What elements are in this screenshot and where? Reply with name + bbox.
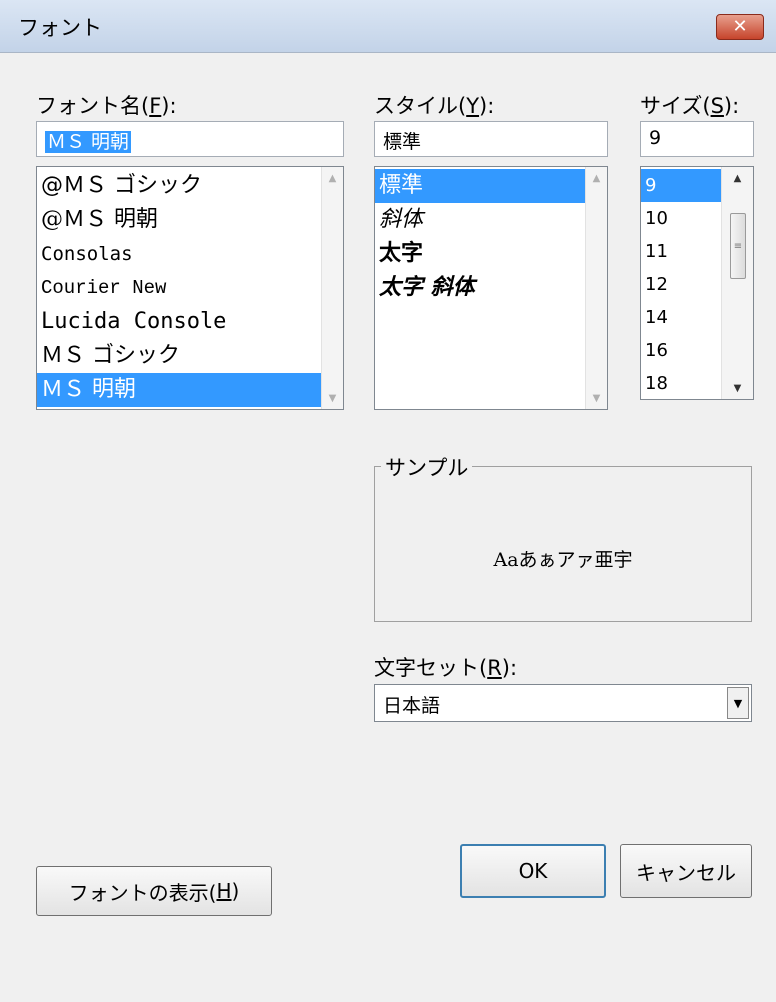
- style-input[interactable]: 標準: [374, 121, 608, 157]
- font-list-item[interactable]: Courier New: [37, 271, 321, 305]
- size-list-scrollbar[interactable]: ▲ ≡ ▼: [721, 167, 753, 399]
- size-list-item[interactable]: 12: [641, 268, 721, 301]
- size-label-suffix: ):: [723, 94, 740, 118]
- size-input-value: 9: [649, 127, 662, 149]
- show-fonts-label-prefix: フォントの表示(: [68, 880, 217, 905]
- size-list-item[interactable]: 14: [641, 301, 721, 334]
- charset-dropdown[interactable]: 日本語 ▼: [374, 684, 752, 722]
- size-list-item[interactable]: 16: [641, 334, 721, 367]
- style-accesskey: Y: [466, 94, 480, 118]
- font-list-item[interactable]: Consolas: [37, 237, 321, 271]
- size-list[interactable]: 9 10 11 12 14 16 18 ▲ ≡ ▼: [640, 166, 754, 400]
- font-name-accesskey: F: [149, 94, 162, 118]
- show-fonts-label-suffix: ): [231, 879, 240, 903]
- show-fonts-accesskey: H: [216, 879, 232, 903]
- style-list-items: 標準 斜体 太字 太字 斜体: [375, 169, 585, 305]
- show-fonts-button[interactable]: フォントの表示(H): [36, 866, 272, 916]
- ok-button[interactable]: OK: [460, 844, 606, 898]
- style-list[interactable]: 標準 斜体 太字 太字 斜体 ▲ ▼: [374, 166, 608, 410]
- sample-preview-text: Aaあぁアァ亜宇: [493, 549, 633, 571]
- style-list-scrollbar[interactable]: ▲ ▼: [585, 167, 607, 409]
- style-input-value: 標準: [383, 131, 422, 153]
- size-input[interactable]: 9: [640, 121, 754, 157]
- size-list-item[interactable]: 18: [641, 367, 721, 399]
- charset-accesskey: R: [487, 656, 502, 680]
- style-list-item[interactable]: 太字: [375, 237, 585, 271]
- scroll-down-arrow-icon[interactable]: ▼: [722, 377, 753, 399]
- style-label-prefix: スタイル(: [374, 94, 467, 118]
- scroll-up-arrow-icon[interactable]: ▲: [586, 167, 607, 189]
- font-name-input[interactable]: ＭＳ 明朝: [36, 121, 344, 157]
- ok-button-label: OK: [518, 859, 548, 883]
- scroll-down-arrow-icon[interactable]: ▼: [586, 387, 607, 409]
- style-label-suffix: ):: [479, 94, 495, 118]
- cancel-button-label: キャンセル: [636, 860, 736, 885]
- size-label-prefix: サイズ(: [640, 94, 711, 118]
- font-name-list-items: @ＭＳ ゴシック @ＭＳ 明朝 Consolas Courier New Luc…: [37, 169, 321, 407]
- window-title: フォント: [18, 16, 102, 40]
- cancel-button[interactable]: キャンセル: [620, 844, 752, 898]
- font-list-item-selected[interactable]: ＭＳ 明朝: [37, 373, 321, 407]
- scroll-up-arrow-icon[interactable]: ▲: [322, 167, 343, 189]
- title-bar: フォント ✕: [0, 0, 776, 53]
- font-list-item[interactable]: @ＭＳ 明朝: [37, 203, 321, 237]
- style-list-item-selected[interactable]: 標準: [375, 169, 585, 203]
- close-icon: ✕: [732, 16, 748, 37]
- charset-label: 文字セット(R):: [374, 652, 517, 682]
- font-name-input-value: ＭＳ 明朝: [45, 131, 132, 153]
- charset-label-suffix: ):: [501, 656, 518, 680]
- sample-legend: サンプル: [381, 452, 473, 482]
- font-name-label-suffix: ):: [161, 94, 177, 118]
- chevron-down-icon[interactable]: ▼: [727, 687, 749, 719]
- size-list-items: 9 10 11 12 14 16 18: [641, 169, 721, 399]
- font-list-item[interactable]: ＭＳ ゴシック: [37, 339, 321, 373]
- charset-label-prefix: 文字セット(: [374, 656, 488, 680]
- charset-selected-value: 日本語: [383, 695, 441, 717]
- scroll-up-arrow-icon[interactable]: ▲: [722, 167, 753, 189]
- scroll-thumb[interactable]: ≡: [730, 213, 746, 279]
- style-list-item[interactable]: 太字 斜体: [375, 271, 585, 305]
- font-list-item[interactable]: Lucida Console: [37, 305, 321, 339]
- font-name-list[interactable]: @ＭＳ ゴシック @ＭＳ 明朝 Consolas Courier New Luc…: [36, 166, 344, 410]
- size-list-item[interactable]: 11: [641, 235, 721, 268]
- font-name-label-prefix: フォント名(: [36, 94, 150, 118]
- close-button[interactable]: ✕: [716, 14, 764, 40]
- size-label: サイズ(S):: [640, 90, 739, 120]
- sample-group: サンプル Aaあぁアァ亜宇: [374, 452, 752, 622]
- style-list-item[interactable]: 斜体: [375, 203, 585, 237]
- size-list-item-selected[interactable]: 9: [641, 169, 721, 202]
- font-name-label: フォント名(F):: [36, 90, 177, 120]
- font-list-scrollbar[interactable]: ▲ ▼: [321, 167, 343, 409]
- size-accesskey: S: [710, 94, 724, 118]
- style-label: スタイル(Y):: [374, 90, 494, 120]
- size-list-item[interactable]: 10: [641, 202, 721, 235]
- font-list-item[interactable]: @ＭＳ ゴシック: [37, 169, 321, 203]
- scroll-down-arrow-icon[interactable]: ▼: [322, 387, 343, 409]
